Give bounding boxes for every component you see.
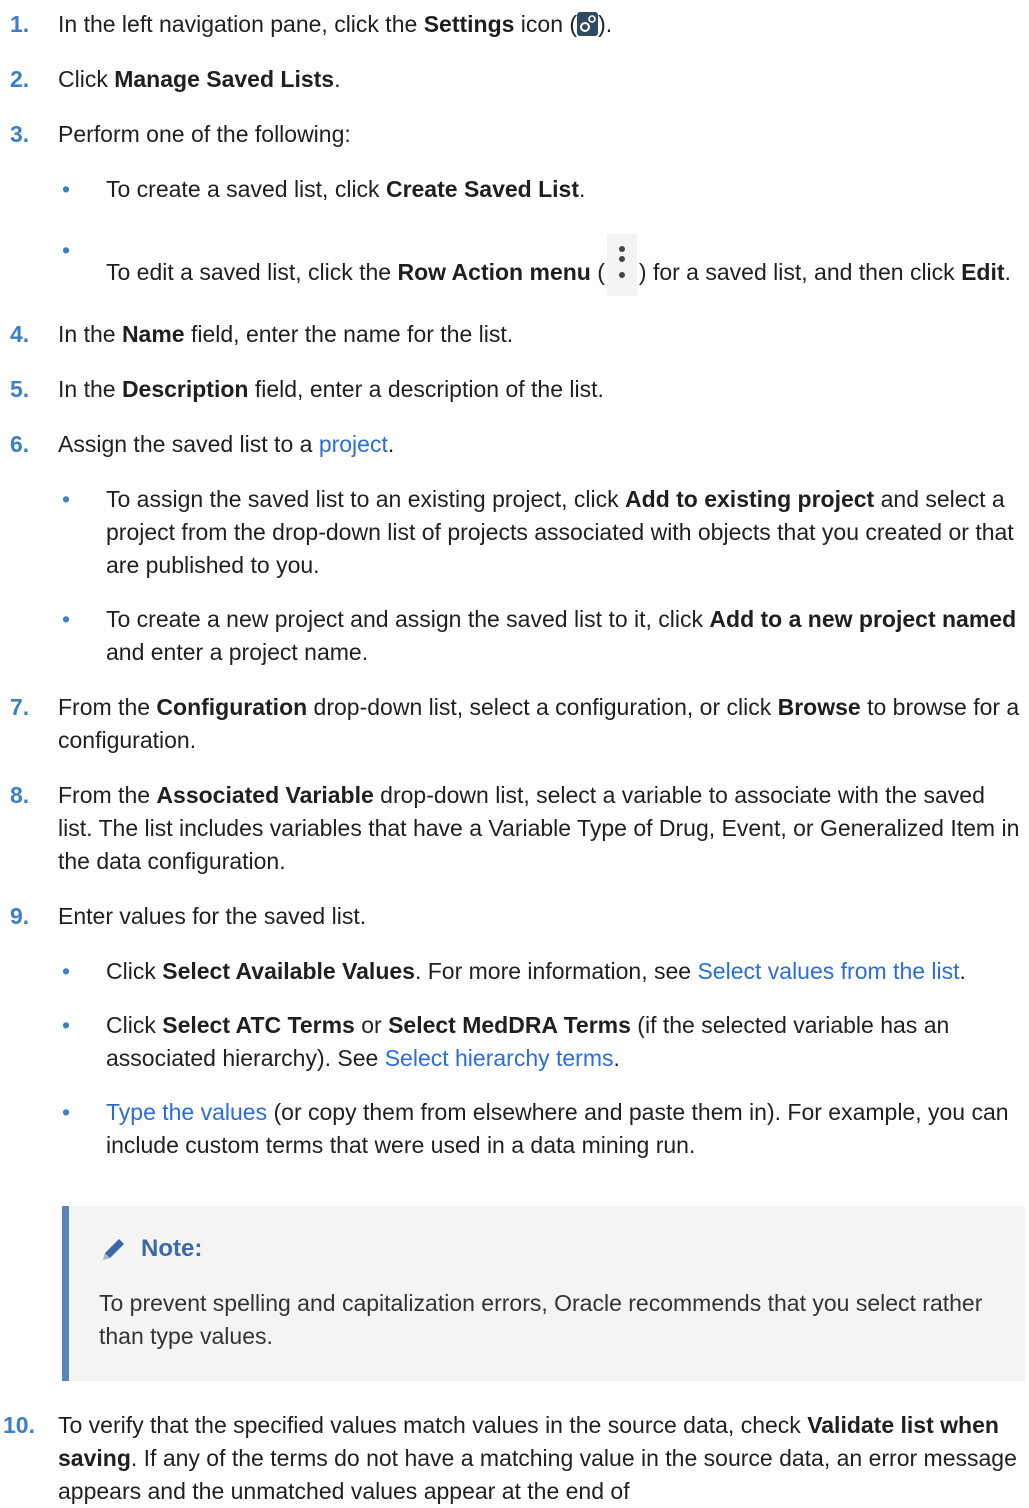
note-box: Note: To prevent spelling and capitaliza…	[62, 1206, 1025, 1381]
bullet-text: . For more information, see	[414, 958, 698, 984]
select-hierarchy-terms-link[interactable]: Select hierarchy terms	[385, 1045, 614, 1071]
step-text: drop-down list, select a configuration, …	[307, 694, 778, 720]
step-number: 1.	[10, 11, 30, 37]
bullet-text: To create a new project and assign the s…	[106, 606, 710, 632]
bullet-text: .	[613, 1045, 620, 1071]
bullet-icon: •	[62, 1099, 71, 1125]
bullet-text: or	[354, 1012, 389, 1038]
step-number: 9.	[10, 903, 30, 929]
step-text: . If any of the terms do not have a matc…	[58, 1445, 1017, 1504]
ui-term-settings: Settings	[423, 11, 515, 37]
ui-term-name: Name	[121, 321, 185, 347]
project-link[interactable]: project	[319, 431, 388, 457]
list-item: • Click Select ATC Terms or Select MedDR…	[58, 1009, 1025, 1075]
step-text: field, enter a description of the list.	[248, 376, 604, 402]
ui-term-select-meddra-terms: Select MedDRA Terms	[388, 1012, 631, 1038]
step-text: icon (	[514, 11, 578, 37]
step-7: 7. From the Configuration drop-down list…	[0, 691, 1029, 757]
list-item: • To create a saved list, click Create S…	[58, 173, 1025, 206]
step-9: 9. Enter values for the saved list. • Cl…	[0, 900, 1029, 1381]
step-4: 4. In the Name field, enter the name for…	[0, 318, 1029, 351]
ui-term-row-action-menu: Row Action menu	[397, 259, 591, 285]
step-number: 7.	[10, 694, 30, 720]
step-text: To verify that the specified values matc…	[58, 1412, 808, 1438]
bullet-text: .	[1004, 259, 1011, 285]
list-item: • Type the values (or copy them from els…	[58, 1096, 1025, 1162]
step-text: ).	[598, 11, 613, 37]
bullet-icon: •	[62, 176, 71, 202]
list-item: • Click Select Available Values. For mor…	[58, 955, 1025, 988]
step-text: .	[387, 431, 395, 457]
step-3: 3. Perform one of the following: • To cr…	[0, 118, 1029, 296]
bullet-text: To create a saved list, click	[106, 176, 386, 202]
step-6: 6. Assign the saved list to a project. •…	[0, 428, 1029, 669]
ui-term-associated-variable: Associated Variable	[156, 782, 374, 808]
step-number: 10.	[3, 1412, 35, 1438]
step-8: 8. From the Associated Variable drop-dow…	[0, 779, 1029, 878]
note-title: Note:	[141, 1235, 203, 1262]
type-values-link[interactable]: Type the values	[106, 1099, 267, 1125]
bullet-icon: •	[62, 958, 71, 984]
step-number: 4.	[10, 321, 30, 347]
step-number: 6.	[10, 431, 30, 457]
document-body: 1. In the left navigation pane, click th…	[0, 0, 1029, 1508]
procedure-steps: 1. In the left navigation pane, click th…	[0, 8, 1029, 1508]
row-action-menu-icon	[606, 234, 637, 296]
ui-term-create-saved-list: Create Saved List	[385, 176, 579, 202]
bullet-text: To edit a saved list, click the	[106, 259, 398, 285]
select-values-link[interactable]: Select values from the list	[697, 958, 959, 984]
bullet-text: Click	[106, 958, 163, 984]
step-number: 8.	[10, 782, 30, 808]
step-text: In the left navigation pane, click the	[58, 11, 424, 37]
step-text: .	[334, 66, 341, 92]
step-text: In the	[58, 376, 122, 402]
step-1: 1. In the left navigation pane, click th…	[0, 8, 1029, 41]
ui-term-manage-saved-lists: Manage Saved Lists	[114, 66, 335, 92]
ui-term-add-new-project: Add to a new project named	[709, 606, 1017, 632]
step-text: Assign the saved list to a	[58, 431, 319, 457]
bullet-icon: •	[62, 486, 71, 512]
bullet-icon: •	[62, 606, 71, 632]
step-number: 3.	[10, 121, 30, 147]
note-header: Note:	[99, 1232, 995, 1265]
bullet-text: To assign the saved list to an existing …	[106, 486, 626, 512]
step-text: Perform one of the following:	[58, 121, 351, 147]
step-6-options: • To assign the saved list to an existin…	[58, 483, 1025, 669]
step-text: field, enter the name for the list.	[184, 321, 514, 347]
ui-term-browse: Browse	[777, 694, 861, 720]
step-3-options: • To create a saved list, click Create S…	[58, 173, 1025, 296]
note-text: To prevent spelling and capitalization e…	[99, 1290, 983, 1349]
ui-term-description: Description	[121, 376, 249, 402]
settings-icon	[577, 12, 599, 36]
bullet-text: Click	[106, 1012, 163, 1038]
bullet-text: (	[590, 259, 605, 285]
bullet-icon: •	[62, 1012, 71, 1038]
ui-term-select-available-values: Select Available Values	[162, 958, 415, 984]
list-item: • To edit a saved list, click the Row Ac…	[58, 234, 1025, 296]
ui-term-edit: Edit	[961, 259, 1005, 285]
ui-term-configuration: Configuration	[156, 694, 308, 720]
ui-term-select-atc-terms: Select ATC Terms	[162, 1012, 355, 1038]
bullet-text: .	[959, 958, 966, 984]
step-5: 5. In the Description field, enter a des…	[0, 373, 1029, 406]
bullet-text: .	[578, 176, 586, 202]
bullet-text: ) for a saved list, and then click	[638, 259, 962, 285]
step-text: Enter values for the saved list.	[58, 903, 367, 929]
step-10: 10. To verify that the specified values …	[0, 1409, 1029, 1508]
list-item: • To create a new project and assign the…	[58, 603, 1025, 669]
step-text: From the	[58, 694, 157, 720]
step-text: In the	[58, 321, 122, 347]
step-9-options: • Click Select Available Values. For mor…	[58, 955, 1025, 1162]
pencil-icon	[103, 1238, 124, 1260]
step-number: 5.	[10, 376, 30, 402]
list-item: • To assign the saved list to an existin…	[58, 483, 1025, 582]
step-text: From the	[58, 782, 157, 808]
step-2: 2. Click Manage Saved Lists.	[0, 63, 1029, 96]
step-number: 2.	[10, 66, 30, 92]
ui-term-add-existing-project: Add to existing project	[625, 486, 875, 512]
step-text: Click	[58, 66, 115, 92]
bullet-text: and enter a project name.	[106, 639, 369, 665]
bullet-icon: •	[62, 237, 71, 263]
